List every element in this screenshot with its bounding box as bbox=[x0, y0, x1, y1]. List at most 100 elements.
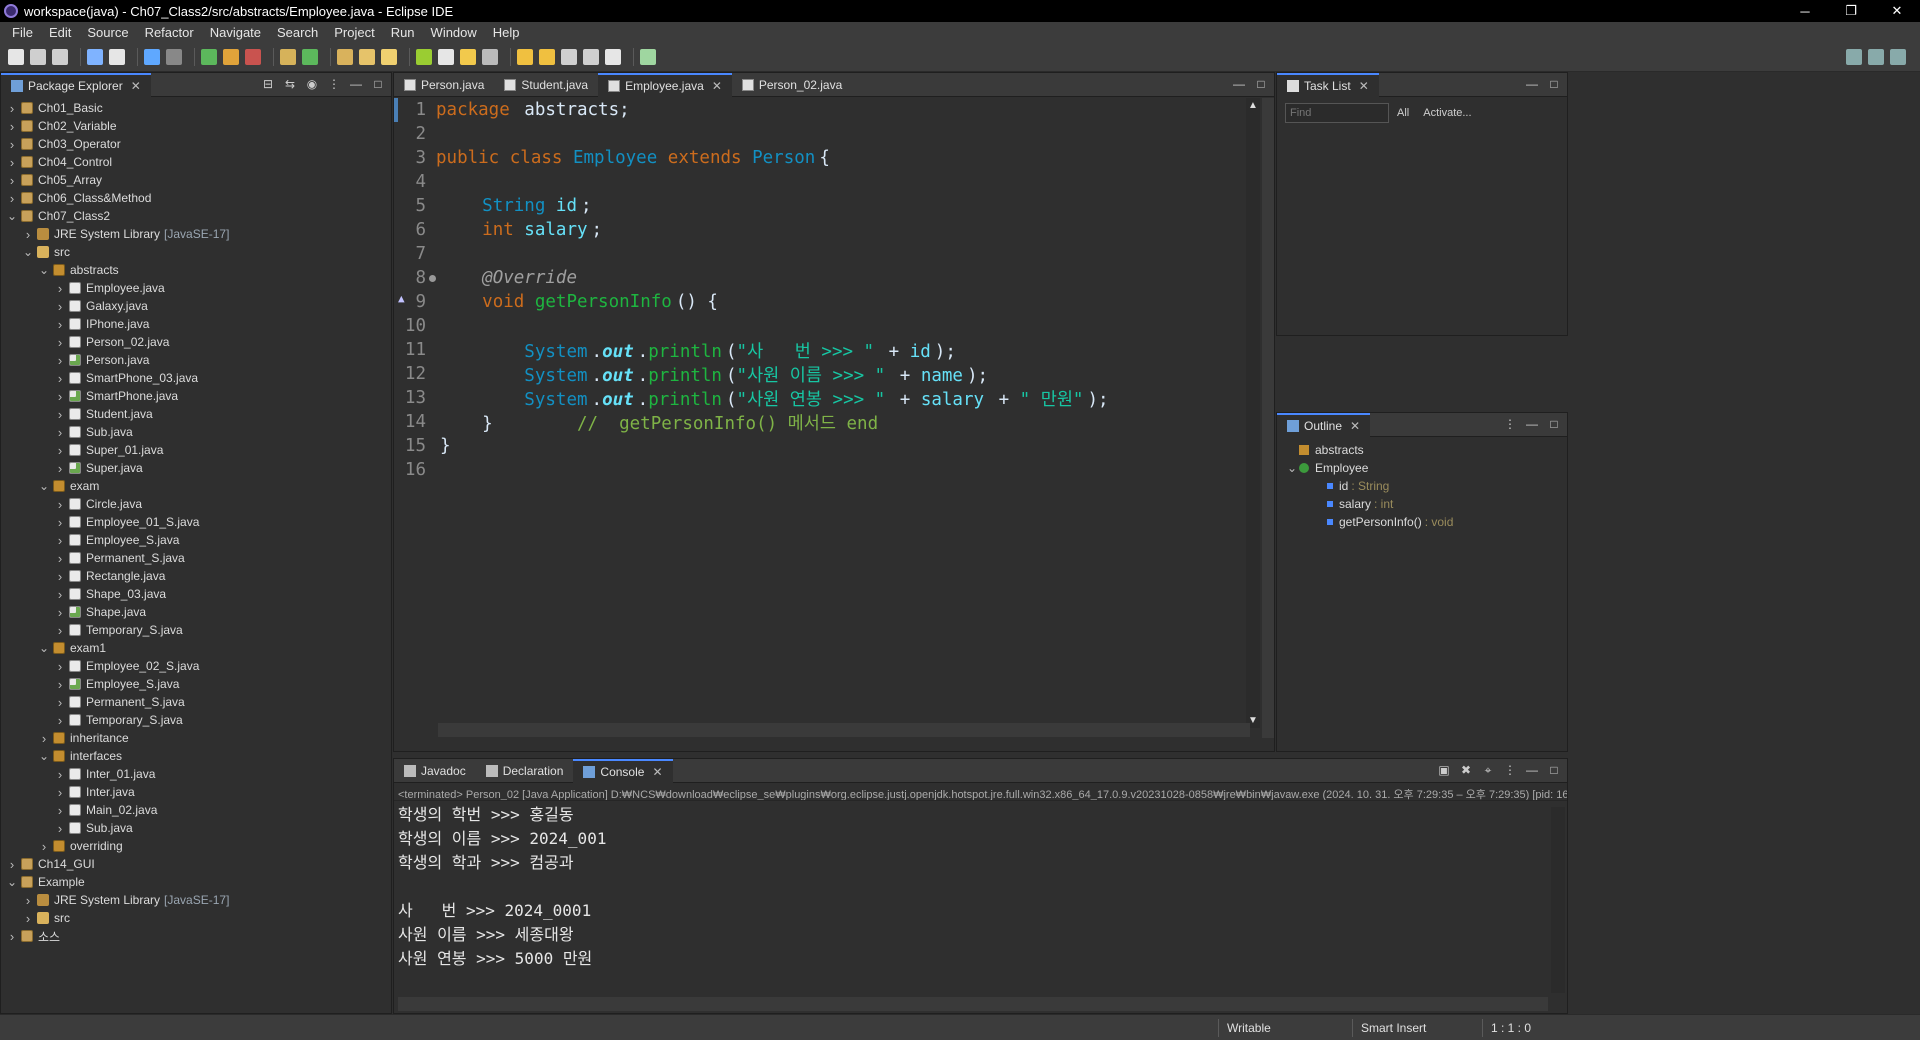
maximize-view-icon[interactable]: □ bbox=[1547, 763, 1561, 777]
tab-task-list[interactable]: Task List ✕ bbox=[1277, 72, 1379, 97]
chevron-down-icon[interactable]: ⌄ bbox=[7, 209, 17, 223]
tree-item[interactable]: › Person_02.java bbox=[1, 333, 391, 351]
tree-item[interactable]: › Person.java bbox=[1, 351, 391, 369]
menu-edit[interactable]: Edit bbox=[41, 25, 79, 40]
toolbar-action-icon[interactable] bbox=[460, 48, 476, 65]
toolbar-action-icon[interactable] bbox=[52, 48, 68, 65]
java-perspective-icon[interactable] bbox=[1890, 49, 1906, 65]
menu-source[interactable]: Source bbox=[79, 25, 136, 40]
tree-item[interactable]: › Super_01.java bbox=[1, 441, 391, 459]
chevron-right-icon[interactable]: › bbox=[23, 227, 33, 242]
chevron-right-icon[interactable]: › bbox=[55, 785, 65, 800]
chevron-right-icon[interactable]: › bbox=[55, 695, 65, 710]
toolbar-action-icon[interactable] bbox=[482, 48, 498, 65]
maximize-view-icon[interactable]: □ bbox=[1254, 77, 1268, 91]
menu-window[interactable]: Window bbox=[423, 25, 485, 40]
chevron-right-icon[interactable]: › bbox=[55, 407, 65, 422]
tree-item[interactable]: › Employee.java bbox=[1, 279, 391, 297]
tree-item[interactable]: › Employee_02_S.java bbox=[1, 657, 391, 675]
menu-project[interactable]: Project bbox=[326, 25, 382, 40]
chevron-right-icon[interactable]: › bbox=[55, 389, 65, 404]
chevron-right-icon[interactable]: › bbox=[55, 353, 65, 368]
chevron-right-icon[interactable]: › bbox=[39, 839, 49, 854]
outline-item[interactable]: getPersonInfo() : void bbox=[1277, 513, 1567, 531]
tree-item[interactable]: › Ch03_Operator bbox=[1, 135, 391, 153]
toolbar-action-icon[interactable] bbox=[245, 48, 261, 65]
tree-item[interactable]: › Inter.java bbox=[1, 783, 391, 801]
minimize-view-icon[interactable]: — bbox=[1525, 417, 1539, 431]
chevron-right-icon[interactable]: › bbox=[7, 101, 17, 116]
scroll-up-icon[interactable]: ▲ bbox=[1248, 100, 1258, 111]
chevron-right-icon[interactable]: › bbox=[55, 533, 65, 548]
open-perspective-icon[interactable] bbox=[1868, 49, 1884, 65]
toolbar-action-icon[interactable] bbox=[223, 48, 239, 65]
tree-item[interactable]: › Ch06_Class&Method bbox=[1, 189, 391, 207]
close-icon[interactable]: ✕ bbox=[131, 79, 141, 93]
menu-help[interactable]: Help bbox=[485, 25, 528, 40]
chevron-right-icon[interactable]: › bbox=[7, 929, 17, 944]
chevron-down-icon[interactable]: ⌄ bbox=[39, 263, 49, 277]
menu-refactor[interactable]: Refactor bbox=[137, 25, 202, 40]
chevron-right-icon[interactable]: › bbox=[55, 443, 65, 458]
tree-item[interactable]: › Permanent_S.java bbox=[1, 693, 391, 711]
toolbar-action-icon[interactable] bbox=[30, 48, 46, 65]
toolbar-action-icon[interactable] bbox=[605, 48, 621, 65]
tab-outline[interactable]: Outline ✕ bbox=[1277, 412, 1371, 437]
menu-navigate[interactable]: Navigate bbox=[202, 25, 269, 40]
chevron-right-icon[interactable]: › bbox=[55, 569, 65, 584]
clear-console-icon[interactable]: ▣ bbox=[1437, 763, 1451, 777]
toolbar-action-icon[interactable] bbox=[539, 48, 555, 65]
tree-item[interactable]: › Circle.java bbox=[1, 495, 391, 513]
tree-item[interactable]: › Student.java bbox=[1, 405, 391, 423]
chevron-right-icon[interactable]: › bbox=[7, 191, 17, 206]
tree-item[interactable]: ⌄ src bbox=[1, 243, 391, 261]
console-horizontal-scrollbar[interactable] bbox=[398, 997, 1548, 1011]
menu-search[interactable]: Search bbox=[269, 25, 326, 40]
tree-item[interactable]: › Super.java bbox=[1, 459, 391, 477]
tree-item[interactable]: › overriding bbox=[1, 837, 391, 855]
chevron-right-icon[interactable]: › bbox=[55, 605, 65, 620]
chevron-right-icon[interactable]: › bbox=[7, 173, 17, 188]
tree-item[interactable]: › SmartPhone_03.java bbox=[1, 369, 391, 387]
chevron-right-icon[interactable]: › bbox=[55, 713, 65, 728]
tree-item[interactable]: › Shape_03.java bbox=[1, 585, 391, 603]
chevron-right-icon[interactable]: › bbox=[55, 371, 65, 386]
chevron-down-icon[interactable]: ⌄ bbox=[23, 245, 33, 259]
toolbar-action-icon[interactable] bbox=[640, 48, 656, 65]
chevron-right-icon[interactable]: › bbox=[7, 857, 17, 872]
focus-icon[interactable]: ◉ bbox=[305, 77, 319, 91]
activate-link[interactable]: Activate... bbox=[1423, 107, 1471, 119]
tree-item[interactable]: › Inter_01.java bbox=[1, 765, 391, 783]
outline-item[interactable]: abstracts bbox=[1277, 441, 1567, 459]
menu-run[interactable]: Run bbox=[383, 25, 423, 40]
editor-vertical-scrollbar[interactable]: ▲ ▼ bbox=[1246, 98, 1260, 728]
tree-item[interactable]: › Ch04_Control bbox=[1, 153, 391, 171]
tree-item[interactable]: › Ch02_Variable bbox=[1, 117, 391, 135]
toolbar-action-icon[interactable] bbox=[280, 48, 296, 65]
terminate-icon[interactable]: ✖ bbox=[1459, 763, 1473, 777]
pin-console-icon[interactable]: ⌖ bbox=[1481, 763, 1495, 777]
maximize-view-icon[interactable]: □ bbox=[1547, 417, 1561, 431]
chevron-right-icon[interactable]: › bbox=[55, 425, 65, 440]
chevron-right-icon[interactable]: › bbox=[55, 335, 65, 350]
tree-item[interactable]: › Temporary_S.java bbox=[1, 621, 391, 639]
tree-item[interactable]: › JRE System Library [JavaSE-17] bbox=[1, 891, 391, 909]
chevron-right-icon[interactable]: › bbox=[55, 803, 65, 818]
toolbar-action-icon[interactable] bbox=[337, 48, 353, 65]
minimize-view-icon[interactable]: — bbox=[349, 77, 363, 91]
tree-item[interactable]: › Ch14_GUI bbox=[1, 855, 391, 873]
toolbar-action-icon[interactable] bbox=[438, 48, 454, 65]
chevron-right-icon[interactable]: › bbox=[7, 155, 17, 170]
minimize-button[interactable]: ─ bbox=[1782, 0, 1828, 22]
tree-item[interactable]: › Rectangle.java bbox=[1, 567, 391, 585]
tab-student-java[interactable]: Student.java bbox=[494, 73, 598, 97]
tree-item[interactable]: › inheritance bbox=[1, 729, 391, 747]
chevron-right-icon[interactable]: › bbox=[55, 767, 65, 782]
tree-item[interactable]: ⌄ exam1 bbox=[1, 639, 391, 657]
tab-console[interactable]: Console ✕ bbox=[573, 758, 673, 783]
chevron-right-icon[interactable]: › bbox=[39, 731, 49, 746]
outline-item[interactable]: salary : int bbox=[1277, 495, 1567, 513]
tree-item[interactable]: › Shape.java bbox=[1, 603, 391, 621]
tab-person-java[interactable]: Person.java bbox=[394, 73, 494, 97]
chevron-right-icon[interactable]: › bbox=[55, 497, 65, 512]
